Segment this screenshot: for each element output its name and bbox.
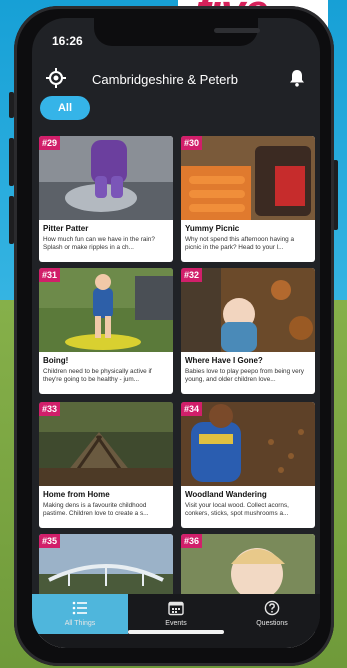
tab-label: All Things xyxy=(64,620,96,627)
activity-description: Why not spend this afternoon having a pi… xyxy=(185,236,295,251)
activity-card[interactable]: #33 Home from Home Making dens is a favo… xyxy=(39,402,173,528)
activity-description: Babies love to play peepo from being ver… xyxy=(185,368,305,383)
speaker-grille xyxy=(214,28,260,33)
activity-card[interactable]: #32 Where Have I Gone? Babies love to pl… xyxy=(181,268,315,394)
activity-card[interactable]: #29 Pitter Patter How much fun can we ha… xyxy=(39,136,173,262)
bottom-tab-bar: All Things Events Questions xyxy=(32,594,320,648)
activity-number: #36 xyxy=(181,534,203,548)
app-screen: 16:26 Cambridgeshire & Peterb All #29 Pi… xyxy=(32,18,320,648)
activity-number: #30 xyxy=(181,136,203,150)
activity-description: Children need to be physically active if… xyxy=(43,368,152,383)
activity-card[interactable]: #31 Boing! Children need to be physicall… xyxy=(39,268,173,394)
activity-title: Home from Home xyxy=(43,490,110,499)
bell-icon[interactable] xyxy=(288,69,306,87)
home-indicator[interactable] xyxy=(128,630,224,634)
tab-label: Questions xyxy=(256,620,288,627)
tab-events[interactable]: Events xyxy=(128,594,224,634)
activity-number: #32 xyxy=(181,268,203,282)
question-icon xyxy=(264,600,280,616)
activity-number: #34 xyxy=(181,402,203,416)
activity-number: #31 xyxy=(39,268,61,282)
activity-title: Pitter Patter xyxy=(43,224,89,233)
activity-number: #29 xyxy=(39,136,61,150)
region-selector[interactable]: Cambridgeshire & Peterb xyxy=(92,72,272,87)
status-time: 16:26 xyxy=(52,34,83,48)
activity-title: Woodland Wandering xyxy=(185,490,267,499)
activity-number: #33 xyxy=(39,402,61,416)
location-target-icon[interactable] xyxy=(46,68,66,88)
list-icon xyxy=(72,601,87,615)
activity-title: Yummy Picnic xyxy=(185,224,240,233)
calendar-icon xyxy=(168,601,184,616)
activity-title: Boing! xyxy=(43,356,69,365)
tab-label: Events xyxy=(165,620,187,627)
tab-all-things[interactable]: All Things xyxy=(32,594,128,634)
activity-number: #35 xyxy=(39,534,61,548)
top-bar: Cambridgeshire & Peterb xyxy=(32,62,320,96)
activity-description: How much fun can we have in the rain? Sp… xyxy=(43,236,155,251)
tab-questions[interactable]: Questions xyxy=(224,594,320,634)
activity-title: Where Have I Gone? xyxy=(185,356,263,365)
activity-description: Making dens is a favourite childhood pas… xyxy=(43,502,149,517)
notch xyxy=(94,18,260,46)
filter-chip-all[interactable]: All xyxy=(40,96,90,120)
activity-card[interactable]: #34 Woodland Wandering Visit your local … xyxy=(181,402,315,528)
activity-card[interactable]: #30 Yummy Picnic Why not spend this afte… xyxy=(181,136,315,262)
activity-description: Visit your local wood. Collect acorns, c… xyxy=(185,502,289,517)
